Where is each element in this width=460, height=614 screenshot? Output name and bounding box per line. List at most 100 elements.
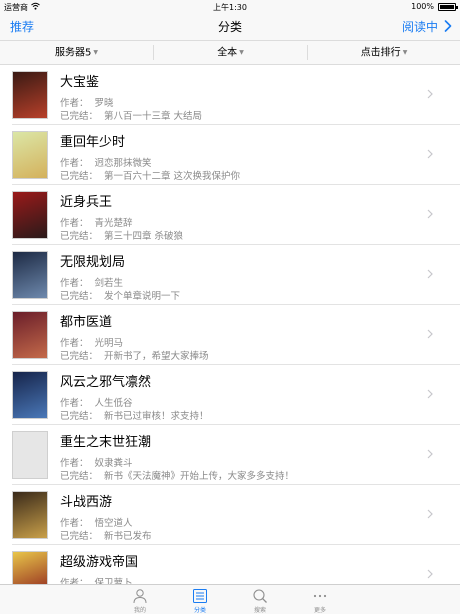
book-status: 已完结： 新书《天法魔神》开始上传，大家多多支持！ bbox=[60, 468, 294, 482]
status-label: 已完结： bbox=[60, 351, 99, 362]
clock: 上午1:30 bbox=[213, 3, 247, 12]
latest-chapter: 新书《天法魔神》开始上传，大家多多支持！ bbox=[104, 471, 295, 482]
chevron-right-icon bbox=[427, 509, 433, 519]
book-author: 作者： 悟空道人 bbox=[60, 515, 133, 529]
server-filter-label: 服务器5 bbox=[55, 47, 92, 59]
status-label: 已完结： bbox=[60, 471, 99, 482]
latest-chapter: 开新书了，希望大家捧场 bbox=[104, 351, 209, 362]
chevron-right-icon bbox=[427, 329, 433, 339]
book-author: 作者： 青光楚辞 bbox=[60, 215, 133, 229]
sort-filter[interactable]: 点击排行 ▼ bbox=[308, 41, 460, 64]
chevron-right-icon[interactable] bbox=[444, 20, 452, 32]
latest-chapter: 第三十四章 杀破狼 bbox=[104, 231, 184, 242]
book-row[interactable]: 都市医道作者： 光明马 已完结： 开新书了，希望大家捧场 bbox=[0, 305, 460, 365]
tab-search-label: 搜索 bbox=[253, 607, 266, 614]
book-cover bbox=[12, 491, 48, 539]
book-title: 重生之末世狂潮 bbox=[60, 435, 152, 450]
book-author: 作者： 迥恋那抹微笑 bbox=[60, 155, 152, 169]
book-title: 超级游戏帝国 bbox=[60, 555, 139, 570]
book-status: 已完结： 新书已过审核！求支持！ bbox=[60, 408, 209, 422]
book-title: 都市医道 bbox=[60, 315, 113, 330]
latest-chapter: 新书已发布 bbox=[104, 531, 152, 542]
navigation-bar: 推荐 分类 阅读中 bbox=[0, 14, 460, 40]
tab-mine[interactable]: 我的 bbox=[110, 585, 170, 614]
chevron-right-icon bbox=[427, 209, 433, 219]
book-cover bbox=[12, 551, 48, 584]
book-row[interactable]: 风云之邪气凛然 作者： 人生低谷 已完结： 新书已过审核！求支持！ bbox=[0, 365, 460, 425]
book-author: 作者： 保卫萝卜 bbox=[60, 575, 133, 584]
latest-chapter: 第一百六十二章 这次换我保护你 bbox=[104, 171, 241, 182]
chevron-right-icon bbox=[427, 89, 433, 99]
filter-bar: 服务器5 ▼ 全本 ▼ 点击排行 ▼ bbox=[0, 40, 460, 65]
latest-chapter: 新书已过审核！求支持！ bbox=[104, 411, 209, 422]
tab-category-label: 分类 bbox=[193, 607, 206, 614]
book-row[interactable]: 大宝鉴作者： 罗晓已完结： 第八百一十三章 大结局 bbox=[0, 65, 460, 125]
book-author: 作者： 光明马 bbox=[60, 335, 123, 349]
chevron-right-icon bbox=[427, 569, 433, 579]
battery-icon bbox=[438, 3, 458, 11]
book-title: 斗战西游 bbox=[60, 495, 113, 510]
book-row[interactable]: 重生之末世狂潮 作者： 奴隶粪斗 已完结： 新书《天法魔神》开始上传，大家多多支持！ bbox=[0, 425, 460, 485]
status-bar: 运营商 上午1:30 100% bbox=[0, 0, 460, 14]
book-cover bbox=[12, 71, 48, 119]
book-status: 已完结： 发个单章说明一下 bbox=[60, 288, 180, 302]
book-cover bbox=[12, 191, 48, 239]
book-title: 重回年少时 bbox=[60, 135, 126, 150]
tab-category[interactable]: 分类 bbox=[170, 585, 230, 614]
status-label: 已完结： bbox=[60, 171, 99, 182]
completion-filter-label: 全本 bbox=[217, 47, 238, 59]
recommend-button[interactable]: 推荐 bbox=[10, 18, 34, 35]
book-cover bbox=[12, 311, 48, 359]
latest-chapter: 发个单章说明一下 bbox=[104, 291, 181, 302]
book-cover bbox=[12, 251, 48, 299]
completion-filter[interactable]: 全本 ▼ bbox=[154, 41, 307, 64]
person-icon bbox=[133, 589, 147, 604]
battery-percent: 100% bbox=[411, 2, 434, 11]
sort-filter-label: 点击排行 bbox=[360, 47, 401, 59]
tab-mine-label: 我的 bbox=[133, 607, 146, 614]
book-status: 已完结： 第三十四章 杀破狼 bbox=[60, 228, 183, 242]
book-status: 已完结： 开新书了，希望大家捧场 bbox=[60, 348, 209, 362]
book-title: 大宝鉴 bbox=[60, 75, 100, 90]
book-title: 近身兵王 bbox=[60, 195, 113, 210]
status-label: 已完结： bbox=[60, 291, 99, 302]
page-title: 分类 bbox=[217, 20, 242, 34]
book-author: 作者： 剑若生 bbox=[60, 275, 123, 289]
book-row[interactable]: 无限规划局作者： 剑若生 已完结： 发个单章说明一下 bbox=[0, 245, 460, 305]
book-row[interactable]: 近身兵王作者： 青光楚辞 已完结： 第三十四章 杀破狼 bbox=[0, 185, 460, 245]
search-icon bbox=[253, 589, 267, 603]
caret-down-icon: ▼ bbox=[93, 49, 98, 56]
more-icon bbox=[313, 594, 327, 598]
server-filter[interactable]: 服务器5 ▼ bbox=[0, 41, 153, 64]
book-cover bbox=[12, 371, 48, 419]
caret-down-icon: ▼ bbox=[239, 49, 244, 56]
list-icon bbox=[193, 589, 207, 603]
book-title: 无限规划局 bbox=[60, 255, 126, 270]
status-label: 已完结： bbox=[60, 531, 99, 542]
book-status: 已完结： 第一百六十二章 这次换我保护你 bbox=[60, 168, 240, 182]
tab-bar: 我的 分类 搜索 更多 bbox=[0, 584, 460, 614]
chevron-right-icon bbox=[427, 149, 433, 159]
chevron-right-icon bbox=[427, 389, 433, 399]
book-author: 作者： 人生低谷 bbox=[60, 395, 133, 409]
tab-search[interactable]: 搜索 bbox=[230, 585, 290, 614]
tab-more-label: 更多 bbox=[313, 607, 326, 614]
chevron-right-icon bbox=[427, 269, 433, 279]
latest-chapter: 第八百一十三章 大结局 bbox=[104, 111, 203, 122]
book-row[interactable]: 斗战西游作者： 悟空道人 已完结： 新书已发布 bbox=[0, 485, 460, 545]
tab-more[interactable]: 更多 bbox=[290, 585, 350, 614]
book-row[interactable]: 重回年少时作者： 迥恋那抹微笑 已完结： 第一百六十二章 这次换我保护你 bbox=[0, 125, 460, 185]
book-author: 作者： 罗晓 bbox=[60, 95, 114, 109]
book-list[interactable]: 大宝鉴 作者： 罗晓 已完结： 第八百一十三章 大结局 重回年少时 作者： 迥恋那抹微笑 已完结… bbox=[0, 65, 460, 584]
book-status: 已完结： 新书已发布 bbox=[60, 528, 152, 542]
reading-button[interactable]: 阅读中 bbox=[402, 18, 438, 35]
book-row[interactable]: 超级游戏帝国作者： 保卫萝卜 bbox=[0, 545, 460, 584]
status-label: 已完结： bbox=[60, 231, 99, 242]
status-label: 已完结： bbox=[60, 111, 99, 122]
book-title: 风云之邪气凛然 bbox=[60, 375, 152, 390]
book-author: 作者： 奴隶粪斗 bbox=[60, 455, 133, 469]
caret-down-icon: ▼ bbox=[402, 49, 408, 56]
book-cover bbox=[12, 131, 48, 179]
chevron-right-icon bbox=[427, 449, 433, 459]
book-status: 已完结： 第八百一十三章 大结局 bbox=[60, 108, 202, 122]
